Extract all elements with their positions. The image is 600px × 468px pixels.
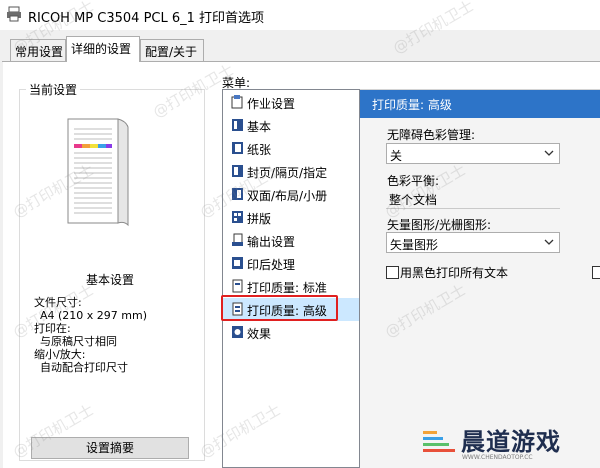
basic-icon: [232, 119, 243, 131]
color-management-label: 无障碍色彩管理:: [387, 128, 476, 142]
vector-raster-value: 矢量图形: [390, 238, 439, 252]
brand-logo-mark: [423, 431, 455, 452]
document-preview-icon: [67, 118, 129, 227]
color-balance-value: 整个文档: [389, 193, 438, 207]
vector-raster-select[interactable]: 矢量图形: [386, 232, 560, 253]
effects-icon: [232, 326, 243, 338]
paper-icon: [232, 142, 243, 154]
selection-highlight-box: [221, 295, 338, 321]
menu-item-label: 纸张: [247, 143, 272, 157]
title-bar: RICOH MP C3504 PCL 6_1 打印首选项: [0, 0, 600, 30]
menu-item-imposition[interactable]: 拼版: [223, 206, 359, 229]
print-text-black-label: 用黑色打印所有文本: [400, 266, 509, 280]
job-settings-icon: [231, 95, 243, 109]
menu-item-label: 印后处理: [247, 258, 296, 272]
print-on-label: 打印在:: [34, 322, 71, 335]
printer-icon: [7, 6, 21, 22]
cover-page-icon: [232, 165, 243, 177]
paper-size-label: 文件尺寸:: [34, 296, 82, 309]
basic-settings-title: 基本设置: [85, 273, 134, 287]
reduce-enlarge-value: 自动配合打印尺寸: [40, 361, 128, 374]
duplex-layout-icon: [232, 188, 243, 200]
tab-configuration-about[interactable]: 配置/关于: [140, 39, 204, 61]
color-balance-label: 色彩平衡:: [387, 174, 440, 188]
menu-item-label: 效果: [247, 327, 272, 341]
menu-item-finishing[interactable]: 印后处理: [223, 252, 359, 275]
menu-item-label: 拼版: [247, 212, 272, 226]
color-balance-select[interactable]: 整个文档: [386, 188, 560, 209]
chevron-down-icon: [544, 239, 554, 245]
brand-logo-subtext: WWW.CHENDAOTOP.CC: [462, 454, 533, 461]
paper-size-value: A4 (210 x 297 mm): [40, 309, 148, 322]
brand-logo-text: 晨道游戏: [461, 428, 561, 456]
vector-raster-label: 矢量图形/光栅图形:: [387, 218, 492, 232]
window-title: RICOH MP C3504 PCL 6_1 打印首选项: [28, 11, 265, 26]
menu-list[interactable]: 作业设置 基本 纸张 封页/隔页/指定 双面/布局/小册 拼版 输出设置 印后处…: [222, 89, 360, 468]
menu-item-basic[interactable]: 基本: [223, 114, 359, 137]
tab-common-settings[interactable]: 常用设置: [10, 39, 66, 61]
menu-item-effects[interactable]: 效果: [223, 321, 359, 344]
menu-item-cover-page[interactable]: 封页/隔页/指定: [223, 160, 359, 183]
chevron-down-icon: [544, 150, 554, 156]
menu-item-label: 双面/布局/小册: [247, 189, 328, 203]
menu-item-label: 作业设置: [247, 97, 296, 111]
menu-item-paper[interactable]: 纸张: [223, 137, 359, 160]
partial-checkbox[interactable]: [592, 266, 600, 279]
menu-item-label: 封页/隔页/指定: [247, 166, 328, 180]
imposition-icon: [232, 211, 243, 223]
color-management-select[interactable]: 关: [386, 143, 560, 164]
menu-item-label: 输出设置: [247, 235, 296, 249]
tab-detailed-settings[interactable]: 详细的设置: [66, 36, 140, 62]
tab-strip: 常用设置 详细的设置 配置/关于: [0, 30, 600, 62]
print-on-value: 与原稿尺寸相同: [40, 335, 117, 348]
settings-panel-title: 打印质量: 高级: [372, 98, 452, 112]
color-management-value: 关: [390, 149, 403, 163]
finishing-icon: [232, 257, 243, 269]
menu-item-label: 基本: [247, 120, 272, 134]
print-text-black-checkbox[interactable]: [386, 266, 399, 279]
menu-item-duplex-layout[interactable]: 双面/布局/小册: [223, 183, 359, 206]
menu-item-label: 打印质量: 标准: [247, 281, 327, 295]
settings-summary-button[interactable]: 设置摘要: [31, 437, 189, 459]
reduce-enlarge-label: 缩小/放大:: [34, 348, 86, 361]
menu-item-job-settings[interactable]: 作业设置: [223, 91, 359, 114]
print-quality-standard-icon: [232, 279, 243, 293]
current-settings-legend: 当前设置: [26, 81, 81, 98]
output-settings-icon: [232, 233, 243, 246]
menu-item-output-settings[interactable]: 输出设置: [223, 229, 359, 252]
